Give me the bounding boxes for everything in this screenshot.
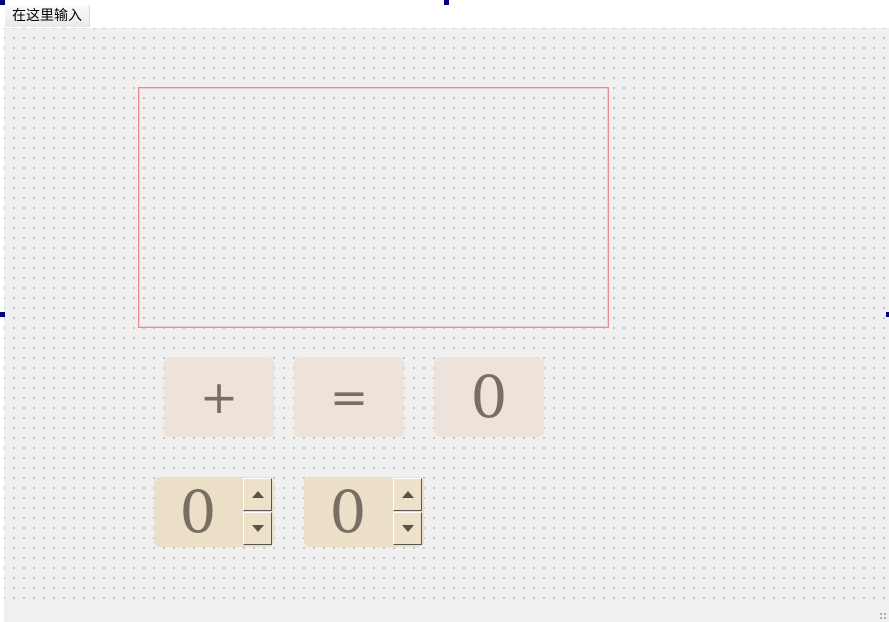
designer-window: 在这里输入 + = 0 0 0: [0, 0, 889, 622]
operand-a-spinbox[interactable]: 0: [154, 477, 274, 547]
triangle-up-icon: [402, 491, 414, 498]
operand-a-decrement-button[interactable]: [243, 512, 272, 545]
operand-a-value[interactable]: 0: [154, 477, 242, 547]
operand-a-increment-button[interactable]: [243, 478, 272, 511]
operand-b-increment-button[interactable]: [393, 478, 422, 511]
form-canvas[interactable]: + = 0 0 0: [4, 28, 889, 622]
selection-handle-middle-left[interactable]: [0, 312, 5, 317]
resize-grip-icon[interactable]: [879, 612, 887, 620]
display-text-area[interactable]: [138, 87, 609, 328]
bottom-strip: [4, 602, 889, 622]
equals-button-label: =: [329, 370, 369, 424]
menu-item-type-here[interactable]: 在这里输入: [5, 5, 90, 27]
operand-b-decrement-button[interactable]: [393, 512, 422, 545]
plus-button-label: +: [199, 370, 239, 424]
selection-handle-top-left[interactable]: [0, 0, 5, 5]
equals-button[interactable]: =: [294, 357, 404, 437]
triangle-up-icon: [252, 491, 264, 498]
result-value: 0: [470, 363, 508, 431]
operand-b-spinbox[interactable]: 0: [304, 477, 424, 547]
plus-button[interactable]: +: [164, 357, 274, 437]
triangle-down-icon: [252, 525, 264, 532]
result-label: 0: [434, 357, 544, 437]
operand-b-value[interactable]: 0: [304, 477, 392, 547]
selection-handle-top-middle[interactable]: [444, 0, 449, 5]
triangle-down-icon: [402, 525, 414, 532]
